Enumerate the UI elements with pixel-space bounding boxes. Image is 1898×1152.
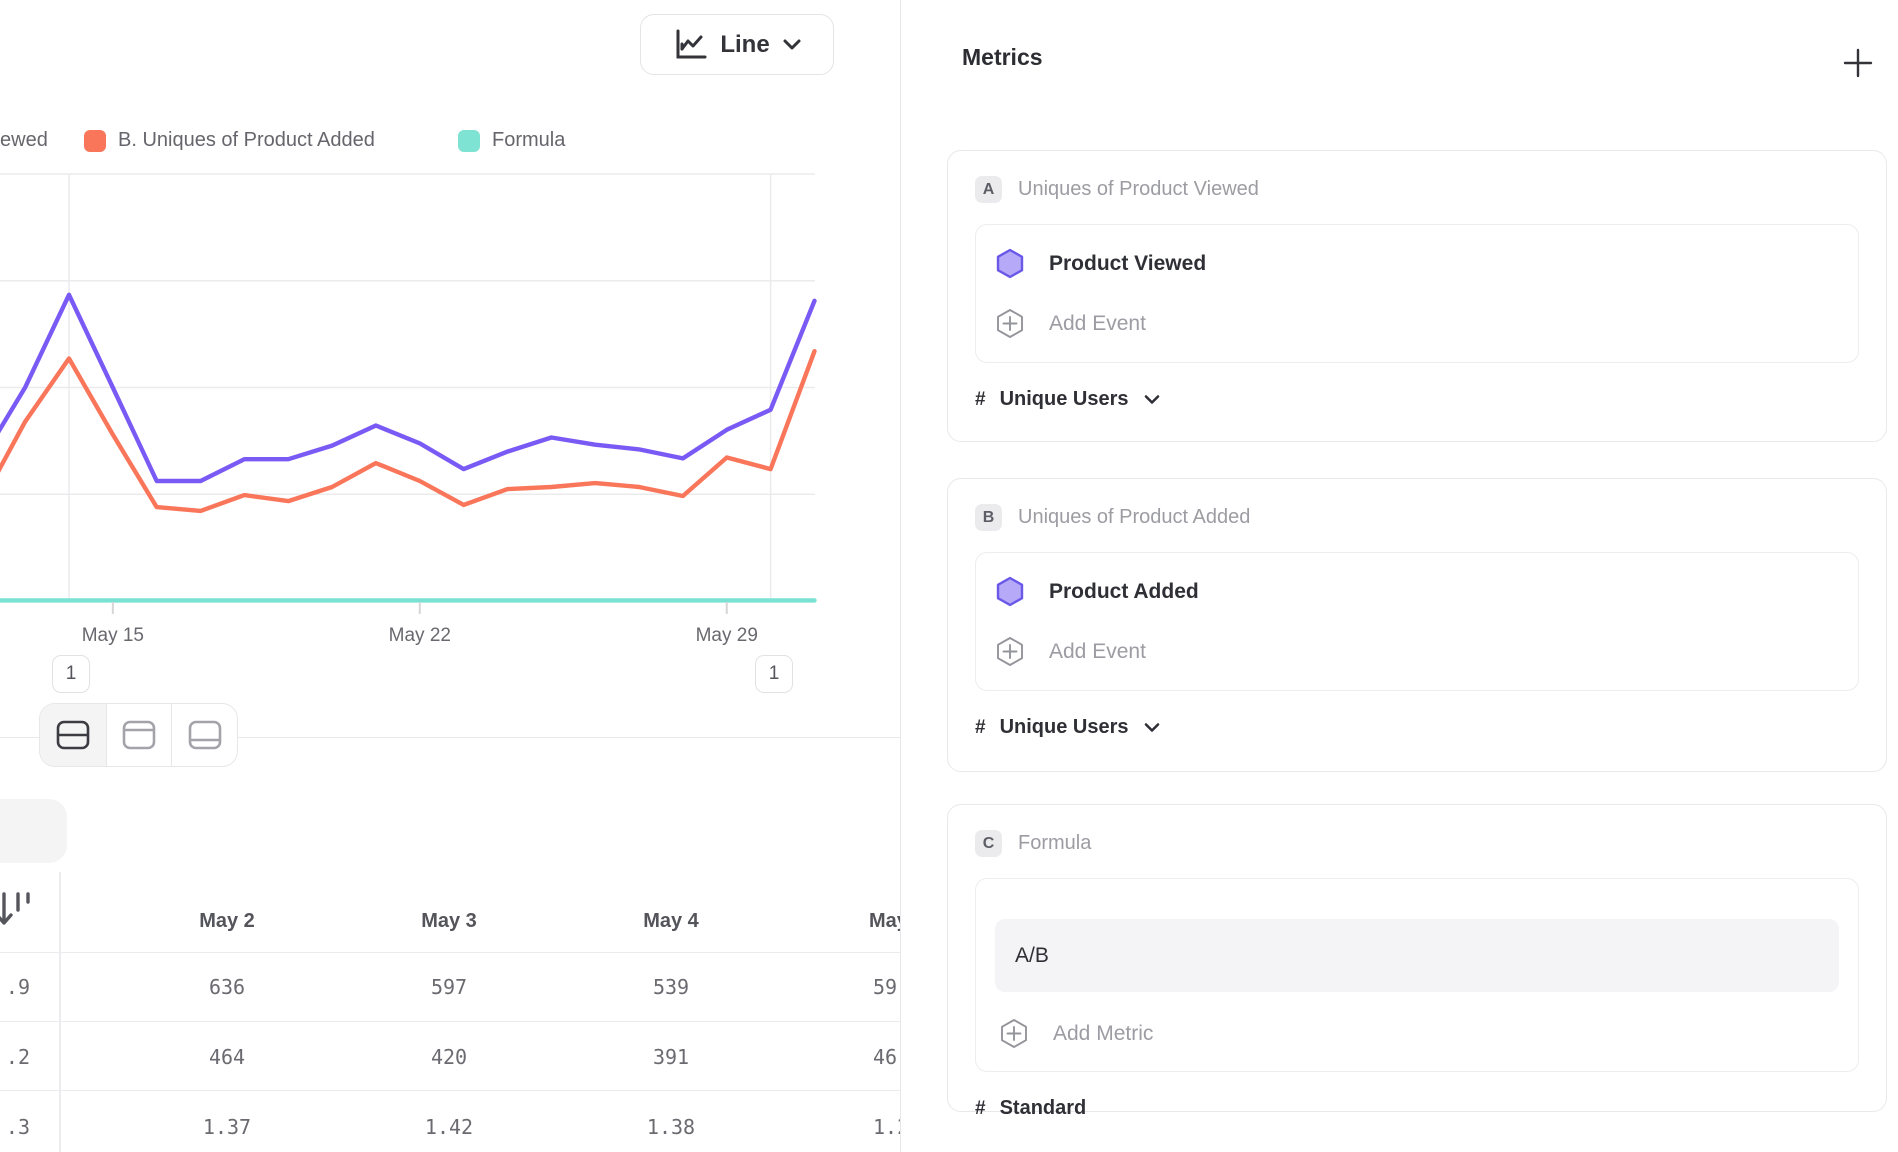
chart-type-label: Line [720, 31, 769, 59]
metric-title: Uniques of Product Added [1018, 506, 1250, 529]
toggle-split-horizontal-view[interactable] [40, 704, 106, 766]
add-event-button[interactable]: Add Event [996, 636, 1838, 667]
line-chart[interactable]: May 15 May 22 May 29 [0, 160, 900, 660]
chart-type-dropdown[interactable]: Line [640, 14, 834, 75]
chart-top-icon [121, 719, 157, 751]
metrics-panel: Metrics A Uniques of Product Viewed Prod… [900, 0, 1898, 1152]
table-column-divider [59, 872, 61, 1152]
split-horizontal-icon [55, 719, 91, 751]
line-chart-icon [672, 28, 708, 62]
metric-title: Formula [1018, 832, 1091, 855]
x-tick-label: May 15 [82, 625, 144, 646]
table-cell: 391 [560, 1045, 782, 1069]
x-tick-label: May 29 [696, 625, 758, 646]
table-rule [0, 952, 900, 953]
chevron-down-icon [1143, 394, 1161, 406]
legend-item-a-cut[interactable]: ewed [0, 129, 48, 152]
view-toggle-group [39, 703, 238, 767]
annotation-badge-right[interactable]: 1 [755, 655, 793, 693]
sort-descending-icon[interactable] [0, 891, 34, 931]
event-name: Product Viewed [1049, 252, 1206, 276]
measure-selector[interactable]: # Standard [975, 1097, 1859, 1120]
metric-badge: C [975, 830, 1002, 857]
measure-selector[interactable]: # Unique Users [975, 388, 1859, 411]
chart-and-table-panel: Line ewed B. Uniques of Product Added Fo… [0, 0, 900, 1152]
add-metric-plus-icon[interactable] [1842, 47, 1874, 79]
measure-label: Unique Users [1000, 388, 1129, 411]
add-metric-button[interactable]: Add Metric [1000, 1018, 1839, 1049]
table-cell: 597 [338, 975, 560, 999]
legend-item-formula[interactable]: Formula [458, 129, 565, 152]
metric-badge: A [975, 176, 1002, 203]
toggle-chart-top-view[interactable] [106, 704, 172, 766]
number-type-icon: # [975, 717, 986, 739]
event-hexagon-icon [996, 248, 1024, 279]
measure-selector[interactable]: # Unique Users [975, 716, 1859, 739]
legend-item-b[interactable]: B. Uniques of Product Added [84, 129, 375, 152]
column-header-cut[interactable]: May [869, 910, 900, 933]
metric-title: Uniques of Product Viewed [1018, 178, 1259, 201]
legend-label: Formula [492, 129, 565, 152]
table-cell-cut: 46 [873, 1045, 897, 1069]
event-name: Product Added [1049, 580, 1199, 604]
add-hexagon-icon [996, 308, 1024, 339]
metrics-panel-title: Metrics [962, 44, 1043, 71]
metric-card-b: B Uniques of Product Added Product Added… [947, 478, 1887, 772]
table-cell: 636 [116, 975, 338, 999]
number-type-icon: # [975, 1098, 986, 1120]
number-type-icon: # [975, 389, 986, 411]
column-header[interactable]: May 4 [560, 910, 782, 933]
metric-badge: B [975, 504, 1002, 531]
add-event-label: Add Event [1049, 312, 1146, 336]
legend-swatch-teal [458, 130, 480, 152]
add-hexagon-icon [996, 636, 1024, 667]
table-cell: 1.42 [338, 1115, 560, 1139]
chevron-down-icon [1143, 722, 1161, 734]
legend-label-fragment: ewed [0, 129, 48, 152]
annotation-badge-left[interactable]: 1 [52, 655, 90, 693]
event-box: Product Added Add Event [975, 552, 1859, 691]
legend-swatch-orange [84, 130, 106, 152]
add-event-button[interactable]: Add Event [996, 308, 1838, 339]
metric-card-a: A Uniques of Product Viewed Product View… [947, 150, 1887, 442]
event-row[interactable]: Product Added [996, 576, 1838, 607]
table-cell-cut: .2 [0, 1045, 30, 1069]
event-hexagon-icon [996, 576, 1024, 607]
table-cell: 420 [338, 1045, 560, 1069]
add-event-label: Add Event [1049, 640, 1146, 664]
series-line[interactable] [0, 351, 815, 511]
add-hexagon-icon [1000, 1018, 1028, 1049]
table-cell-cut: .3 [0, 1115, 30, 1139]
table-rule [0, 1090, 900, 1091]
table-cell: 1.38 [560, 1115, 782, 1139]
table-cell: 464 [116, 1045, 338, 1069]
formula-box: A/B Add Metric [975, 878, 1859, 1072]
metric-card-c: C Formula A/B Add Metric # Standard [947, 804, 1887, 1112]
toggle-table-bottom-view[interactable] [171, 704, 237, 766]
table-bottom-icon [187, 719, 223, 751]
table-cell: 539 [560, 975, 782, 999]
measure-label: Unique Users [1000, 716, 1129, 739]
measure-label: Standard [1000, 1097, 1087, 1120]
column-header[interactable]: May 2 [116, 910, 338, 933]
table-cell: 1.37 [116, 1115, 338, 1139]
table-cell-cut: .9 [0, 975, 30, 999]
table-cell-cut: 1.2 [873, 1115, 900, 1139]
event-row[interactable]: Product Viewed [996, 248, 1838, 279]
table-tab-cut[interactable] [0, 799, 67, 863]
add-metric-label: Add Metric [1053, 1022, 1153, 1046]
chevron-down-icon [782, 38, 802, 52]
table-cell-cut: 59 [873, 975, 897, 999]
table-rule [0, 1021, 900, 1022]
formula-input[interactable]: A/B [995, 919, 1839, 992]
legend-label: B. Uniques of Product Added [118, 129, 375, 152]
x-tick-label: May 22 [389, 625, 451, 646]
column-header[interactable]: May 3 [338, 910, 560, 933]
formula-expression: A/B [1015, 944, 1049, 968]
event-box: Product Viewed Add Event [975, 224, 1859, 363]
